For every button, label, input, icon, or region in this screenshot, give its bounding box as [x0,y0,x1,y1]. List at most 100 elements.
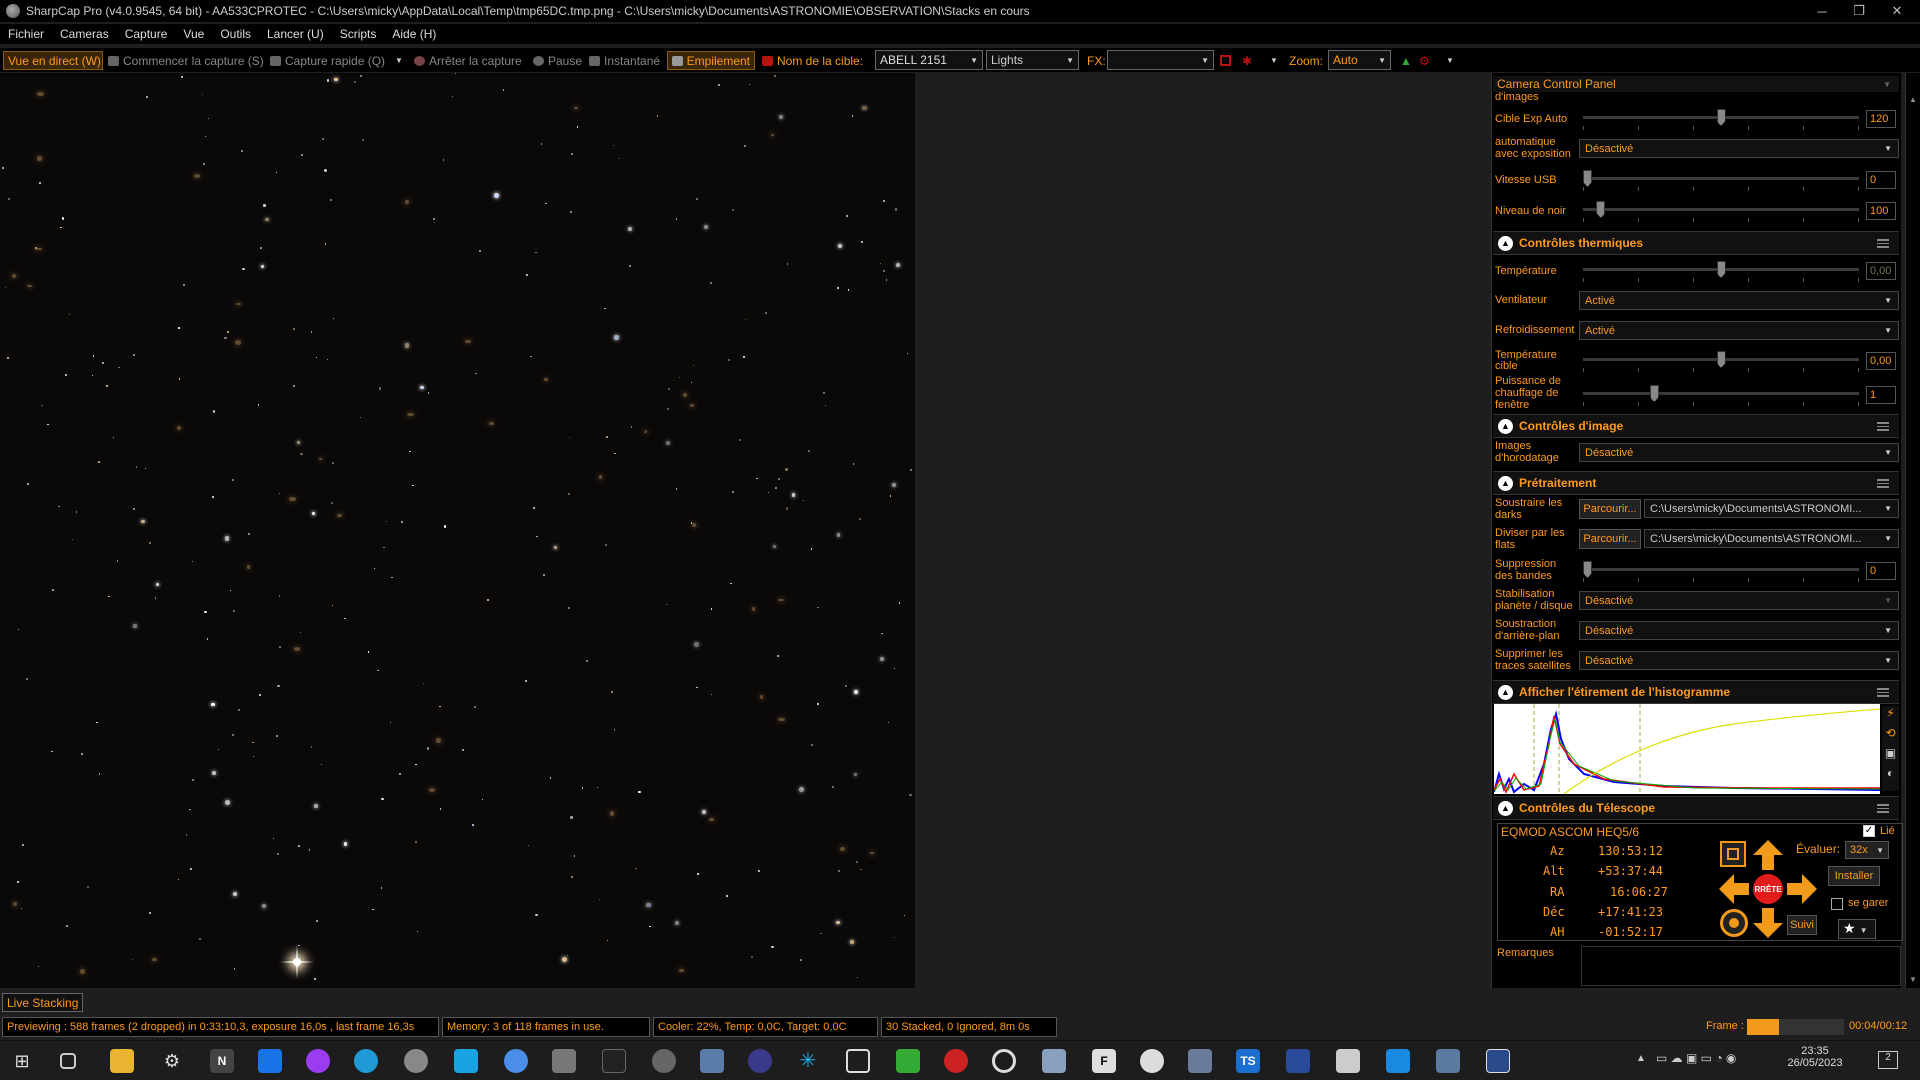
app-icon[interactable] [1436,1049,1460,1073]
app-icon[interactable] [1386,1049,1410,1073]
frame-type-combo[interactable]: Lights ▼ [986,50,1079,70]
menu-fichier[interactable]: Fichier [7,27,45,41]
target-temp-value[interactable]: 0,00 [1866,352,1896,370]
image-viewer[interactable] [0,73,915,988]
settings-gear-icon[interactable]: ⚙ [1419,51,1430,70]
crosshair-icon[interactable]: ✱ [1242,51,1252,70]
app-icon[interactable] [404,1049,428,1073]
fan-combo[interactable]: Activé ▼ [1579,291,1899,310]
selection-rect-icon[interactable] [1220,51,1231,70]
target-name-combo[interactable]: ABELL 2151 ▼ [875,50,983,70]
slider-knob[interactable] [1649,385,1659,402]
app-icon[interactable]: F [1092,1049,1116,1073]
app-icon[interactable] [454,1049,478,1073]
chevron-down-icon[interactable]: ▼ [1883,80,1891,89]
heater-slider[interactable] [1583,385,1859,402]
cooling-combo[interactable]: Activé ▼ [1579,321,1899,340]
chevron-up-icon[interactable]: ▲ [1498,800,1513,816]
hamburger-menu-icon[interactable] [1877,238,1889,248]
app-icon[interactable] [1336,1049,1360,1073]
slider-knob[interactable] [1716,109,1726,126]
task-view-icon[interactable] [60,1053,76,1069]
notion-icon[interactable]: N [210,1049,234,1073]
arrow-left-icon[interactable] [1719,874,1749,904]
remarks-textarea[interactable] [1581,946,1901,986]
file-explorer-icon[interactable] [110,1049,134,1073]
app-icon[interactable] [1486,1049,1510,1073]
install-button[interactable]: Installer [1828,866,1880,886]
thermal-section-header[interactable]: ▲ Contrôles thermiques [1493,231,1899,255]
app-icon[interactable] [602,1049,626,1073]
messenger-icon[interactable] [306,1049,330,1073]
darks-browse-button[interactable]: Parcourir... [1579,499,1641,519]
app-icon[interactable] [1042,1049,1066,1073]
chevron-up-icon[interactable]: ▲ [1498,475,1513,491]
banding-value[interactable]: 0 [1866,562,1896,580]
hamburger-menu-icon[interactable] [1877,687,1889,697]
app-icon[interactable] [1140,1049,1164,1073]
settings-icon[interactable]: ⚙ [160,1049,184,1073]
cible-exp-value[interactable]: 120 [1866,110,1896,128]
live-stacking-tab[interactable]: Live Stacking [2,993,84,1012]
flats-path-combo[interactable]: C:\Users\micky\Documents\ASTRONOMI... ▼ [1644,529,1899,548]
app-icon[interactable] [700,1049,724,1073]
flats-browse-button[interactable]: Parcourir... [1579,529,1641,549]
favorites-star-button[interactable]: ★ ▼ [1838,919,1876,939]
clock[interactable]: 23:35 26/05/2023 [1785,1045,1845,1069]
zoom-combo[interactable]: Auto ▼ [1328,50,1391,70]
panel-scrollbar[interactable]: ▲ ▼ [1905,73,1920,988]
edge-icon[interactable] [354,1049,378,1073]
sharpcap-taskbar-icon[interactable] [652,1049,676,1073]
chevron-down-icon[interactable]: ▼ [395,56,403,65]
app-icon[interactable] [944,1049,968,1073]
target-temp-slider[interactable] [1583,351,1859,368]
black-level-slider[interactable] [1583,201,1859,218]
slider-knob[interactable] [1583,561,1592,578]
auto-gain-combo[interactable]: Désactivé ▼ [1579,139,1899,158]
darks-path-combo[interactable]: C:\Users\micky\Documents\ASTRONOMI... ▼ [1644,499,1899,518]
scroll-down-icon[interactable]: ▼ [1906,975,1920,984]
stabilize-combo[interactable]: Désactivé ▼ [1579,591,1899,610]
rate-combo[interactable]: 32x ▼ [1845,841,1889,859]
quick-capture-button[interactable]: Capture rapide (Q) ▼ [270,51,403,70]
hamburger-menu-icon[interactable] [1877,803,1889,813]
stellarium-icon[interactable] [748,1049,772,1073]
app-icon[interactable] [1286,1049,1310,1073]
histogram-graph[interactable] [1494,704,1880,794]
slider-knob[interactable] [1596,201,1606,218]
snapshot-button[interactable]: Instantané [589,51,660,70]
image-section-header[interactable]: ▲ Contrôles d'image [1493,414,1899,438]
usb-value[interactable]: 0 [1866,171,1896,189]
satellites-combo[interactable]: Désactivé ▼ [1579,651,1899,670]
app-icon[interactable] [846,1049,870,1073]
menu-scripts[interactable]: Scripts [339,27,378,41]
scroll-up-icon[interactable]: ▲ [1906,95,1920,104]
contrast-icon[interactable]: ◐ [1882,766,1899,786]
app-icon[interactable] [992,1049,1016,1073]
app-icon[interactable] [552,1049,576,1073]
menu-outils[interactable]: Outils [219,27,252,41]
black-level-value[interactable]: 100 [1866,202,1896,220]
mail-icon[interactable] [258,1049,282,1073]
hamburger-menu-icon[interactable] [1877,421,1889,431]
app-icon[interactable] [504,1049,528,1073]
background-combo[interactable]: Désactivé ▼ [1579,621,1899,640]
center-target-icon[interactable] [1720,909,1748,937]
heater-value[interactable]: 1 [1866,386,1896,404]
histogram-section-header[interactable]: ▲ Afficher l'étirement de l'histogramme [1493,680,1899,704]
app-icon[interactable]: TS [1236,1049,1260,1073]
menu-cameras[interactable]: Cameras [59,27,110,41]
slider-knob[interactable] [1716,351,1726,368]
app-icon[interactable] [896,1049,920,1073]
start-capture-button[interactable]: Commencer la capture (S) [108,51,264,70]
live-view-button[interactable]: Vue en direct (W) [3,51,103,70]
pause-button[interactable]: Pause [533,51,582,70]
menu-lancer[interactable]: Lancer (U) [266,27,325,41]
banding-slider[interactable] [1583,561,1859,578]
menu-capture[interactable]: Capture [124,27,169,41]
chevron-up-icon[interactable]: ▲ [1498,418,1513,434]
stop-capture-button[interactable]: Arrêter la capture [414,51,522,70]
save-icon[interactable]: ▣ [1882,746,1899,766]
fx-combo[interactable]: ▼ [1107,50,1214,70]
slider-knob[interactable] [1583,170,1592,187]
